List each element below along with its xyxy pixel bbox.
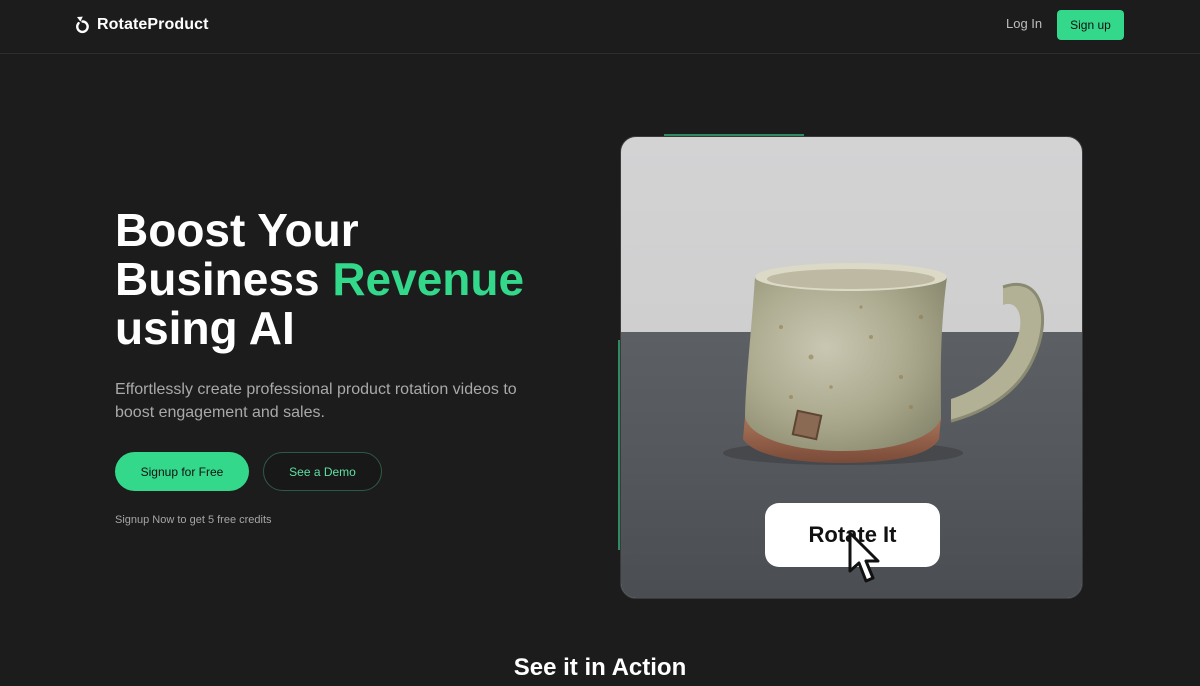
- top-navbar: RotateProduct Log In Sign up: [0, 0, 1200, 54]
- hero-title-accent: Revenue: [332, 253, 525, 305]
- login-link[interactable]: Log In: [1006, 16, 1042, 31]
- signup-button[interactable]: Sign up: [1057, 10, 1124, 40]
- signup-free-button[interactable]: Signup for Free: [115, 452, 249, 491]
- pointer-cursor-icon: [848, 531, 880, 583]
- rotate-arrow-icon: [76, 16, 89, 34]
- brand-logo[interactable]: RotateProduct: [74, 13, 209, 37]
- section-title: See it in Action: [513, 654, 687, 681]
- hero-subtitle: Effortlessly create professional product…: [115, 381, 517, 421]
- free-credits-note: Signup Now to get 5 free credits: [115, 514, 272, 526]
- hero-title-line3: using AI: [115, 302, 295, 354]
- hero-title-line1: Boost Your: [115, 204, 359, 256]
- hero-title: Boost Your Business Revenue using AI: [115, 206, 595, 353]
- brand-name: RotateProduct: [97, 16, 209, 33]
- hero-title-line2: Business: [115, 253, 333, 305]
- see-demo-button[interactable]: See a Demo: [263, 452, 382, 491]
- product-preview-card: Rotate It: [620, 136, 1083, 599]
